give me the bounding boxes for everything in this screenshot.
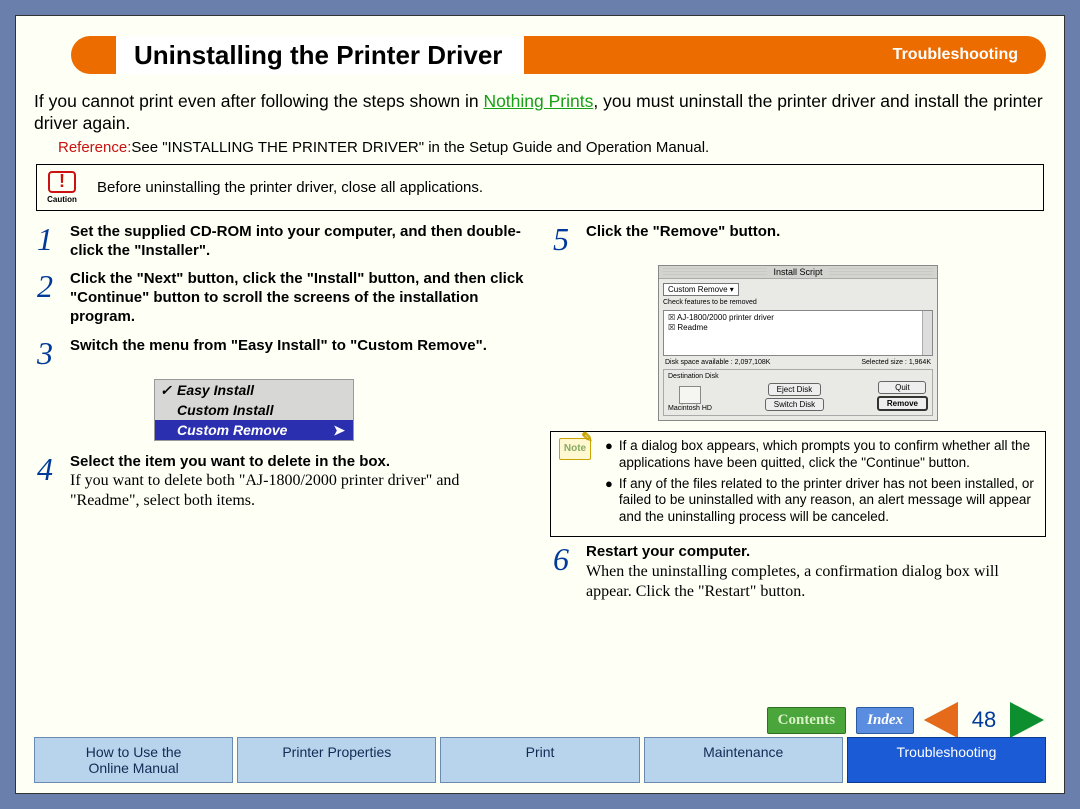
dialog-titlebar: Install Script [659,266,937,279]
tab-troubleshooting[interactable]: Troubleshooting [847,737,1046,783]
note-label: Note [559,438,591,460]
step-1: 1 Set the supplied CD-ROM into your comp… [34,223,530,261]
tab-maintenance[interactable]: Maintenance [644,737,843,783]
header-bar: Uninstalling the Printer Driver Troubles… [71,36,1046,74]
step-2: 2 Click the "Next" button, click the "In… [34,270,530,326]
install-script-dialog: Install Script Custom Remove ▾ Check fea… [658,265,938,421]
step-text: Click the "Next" button, click the "Inst… [70,270,524,325]
step-3: 3 Switch the menu from "Easy Install" to… [34,337,530,369]
selected-size: Selected size : 1,964K [861,359,931,366]
right-column: 5 Click the "Remove" button. Install Scr… [550,223,1046,612]
tab-how-to-use[interactable]: How to Use the Online Manual [34,737,233,783]
intro-prefix: If you cannot print even after following… [34,91,483,111]
reference-line: Reference:See "INSTALLING THE PRINTER DR… [58,139,1046,156]
disk-name: Macintosh HD [668,405,712,412]
destination-panel: Destination Disk Macintosh HD Eject Disk… [663,369,933,416]
menu-item-custom-install: Custom Install [155,400,353,420]
disk-icon: Macintosh HD [668,386,712,412]
next-page-arrow-icon[interactable] [1010,702,1044,738]
caution-text: Before uninstalling the printer driver, … [97,179,483,196]
remove-button: Remove [877,396,928,411]
step-detail: When the uninstalling completes, a confi… [586,563,999,600]
note-box: Note ●If a dialog box appears, which pro… [550,431,1046,537]
caution-icon: ! Caution [45,171,79,204]
caution-label: Caution [45,195,79,204]
step-number: 1 [34,223,56,261]
note-list: ●If a dialog box appears, which prompts … [605,438,1037,530]
page-container: Uninstalling the Printer Driver Troubles… [15,15,1065,794]
dialog-listbox: ☒ AJ-1800/2000 printer driver ☒ Readme [663,310,933,356]
dialog-dropdown: Custom Remove ▾ [663,283,739,296]
bottom-tabs: How to Use the Online Manual Printer Pro… [34,737,1046,783]
step-number: 4 [34,453,56,512]
content-area: If you cannot print even after following… [34,91,1046,688]
note-item: If any of the files related to the print… [619,476,1037,527]
install-menu-mock: Easy Install Custom Install Custom Remov… [154,379,354,441]
note-icon: Note [559,438,595,530]
dialog-title: Install Script [767,267,828,277]
step-number: 5 [550,223,572,255]
prev-page-arrow-icon[interactable] [924,702,958,738]
intro-text: If you cannot print even after following… [34,91,1046,135]
step-5: 5 Click the "Remove" button. [550,223,1046,255]
step-number: 3 [34,337,56,369]
step-detail: If you want to delete both "AJ-1800/2000… [70,472,459,509]
nav-row: Contents Index 48 [767,702,1044,738]
list-item: AJ-1800/2000 printer driver [677,313,774,322]
step-number: 2 [34,270,56,326]
step-4: 4 Select the item you want to delete in … [34,453,530,512]
dest-label: Destination Disk [668,373,928,380]
step-text: Restart your computer. [586,543,750,560]
contents-button[interactable]: Contents [767,707,847,734]
page-title: Uninstalling the Printer Driver [116,36,524,74]
eject-disk-button: Eject Disk [768,383,822,396]
scrollbar [922,311,932,355]
section-label: Troubleshooting [893,46,1018,64]
reference-label: Reference: [58,139,131,156]
menu-item-custom-remove: Custom Remove ➤ [155,420,353,440]
disk-available: Disk space available : 2,097,108K [665,359,770,366]
cursor-icon: ➤ [333,422,345,439]
page-number: 48 [968,707,1000,733]
tab-print[interactable]: Print [440,737,639,783]
step-text: Set the supplied CD-ROM into your comput… [70,223,521,259]
tab-printer-properties[interactable]: Printer Properties [237,737,436,783]
step-6: 6 Restart your computer. When the uninst… [550,543,1046,602]
menu-item-easy: Easy Install [155,380,353,400]
menu-item-label: Custom Remove [177,422,287,438]
list-item: Readme [677,323,707,332]
switch-disk-button: Switch Disk [765,398,824,411]
caution-box: ! Caution Before uninstalling the printe… [36,164,1044,211]
columns: 1 Set the supplied CD-ROM into your comp… [34,223,1046,612]
step-text: Click the "Remove" button. [586,223,780,240]
note-item: If a dialog box appears, which prompts y… [619,438,1037,472]
step-text: Select the item you want to delete in th… [70,453,390,470]
quit-button: Quit [878,381,926,394]
step-text: Switch the menu from "Easy Install" to "… [70,337,487,354]
index-button[interactable]: Index [856,707,914,734]
left-column: 1 Set the supplied CD-ROM into your comp… [34,223,530,612]
reference-text: See "INSTALLING THE PRINTER DRIVER" in t… [131,139,709,156]
step-number: 6 [550,543,572,602]
nothing-prints-link[interactable]: Nothing Prints [483,91,593,111]
dialog-check-label: Check features to be removed [663,299,933,306]
